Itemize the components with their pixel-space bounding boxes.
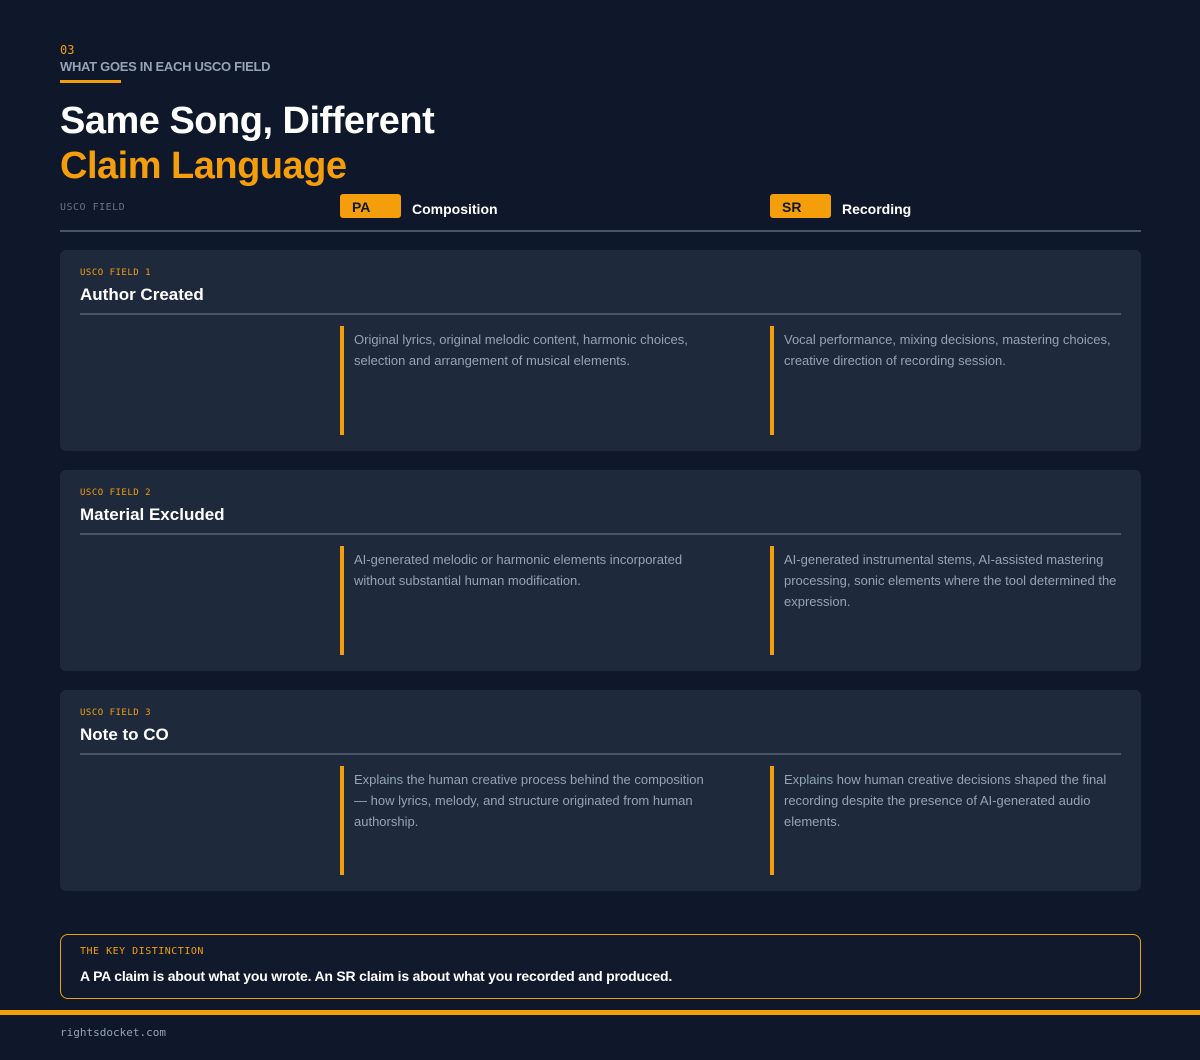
field-title: Note to CO <box>80 725 169 744</box>
pa-badge: PA <box>340 194 401 218</box>
pa-cell: AI-generated melodic or harmonic element… <box>340 546 720 655</box>
page-title: Same Song, Different Claim Language <box>60 99 435 189</box>
field-kicker: USCO FIELD 1 <box>80 268 152 278</box>
field-kicker: USCO FIELD 2 <box>80 488 152 498</box>
sr-badge: SR <box>770 194 831 218</box>
pa-cell: Original lyrics, original melodic conten… <box>340 326 720 435</box>
column-header: USCO FIELD PA Composition SR Recording <box>60 194 1141 232</box>
key-distinction-callout: THE KEY DISTINCTION A PA claim is about … <box>60 934 1141 999</box>
callout-kicker: THE KEY DISTINCTION <box>80 946 204 957</box>
field-title: Author Created <box>80 285 204 304</box>
recording-column-label: Recording <box>842 201 912 217</box>
field-title: Material Excluded <box>80 505 225 524</box>
sr-cell: AI-generated instrumental stems, AI-assi… <box>770 546 1135 655</box>
field-kicker: USCO FIELD 3 <box>80 708 152 718</box>
section-number: 03 <box>60 43 75 57</box>
section-rule <box>60 80 121 83</box>
footer-rule <box>0 1010 1200 1015</box>
footer-site-link[interactable]: rightsdocket.com <box>60 1026 166 1039</box>
sr-cell: Vocal performance, mixing decisions, mas… <box>770 326 1135 435</box>
field-card-material-excluded: USCO FIELD 2 Material Excluded AI-genera… <box>60 470 1141 671</box>
section-title: WHAT GOES IN EACH USCO FIELD <box>60 59 271 74</box>
usco-field-label: USCO FIELD <box>60 202 126 213</box>
field-rule <box>80 753 1121 755</box>
callout-text: A PA claim is about what you wrote. An S… <box>80 968 673 984</box>
page-title-line1: Same Song, Different <box>60 100 435 142</box>
field-rule <box>80 533 1121 535</box>
pa-cell: Explains the human creative process behi… <box>340 766 720 875</box>
page-title-line2: Claim Language <box>60 145 347 187</box>
field-card-author-created: USCO FIELD 1 Author Created Original lyr… <box>60 250 1141 451</box>
field-rule <box>80 313 1121 315</box>
sr-cell: Explains how human creative decisions sh… <box>770 766 1135 875</box>
composition-column-label: Composition <box>412 201 498 217</box>
field-card-note-to-co: USCO FIELD 3 Note to CO Explains the hum… <box>60 690 1141 891</box>
